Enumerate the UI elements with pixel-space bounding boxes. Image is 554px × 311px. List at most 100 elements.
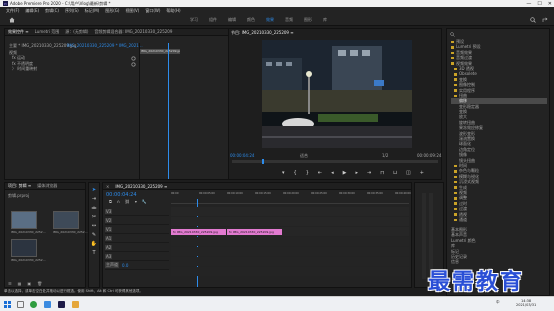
type-tool-icon[interactable]: T <box>92 250 95 256</box>
tray-clock[interactable]: 14:38 2021/03/31 <box>516 299 536 307</box>
mark-in-icon[interactable]: { <box>294 170 297 176</box>
track-lane[interactable] <box>171 247 409 256</box>
mini-playhead[interactable] <box>168 43 169 179</box>
export-frame-icon[interactable]: ◫ <box>406 170 411 176</box>
program-scrubber[interactable] <box>232 159 438 164</box>
menu-marker[interactable]: 标记(M) <box>85 8 100 14</box>
menu-clip[interactable]: 剪辑(C) <box>45 8 59 14</box>
new-item-icon[interactable]: ▣ <box>27 281 31 286</box>
track-lane[interactable] <box>171 237 409 246</box>
razor-tool-icon[interactable]: ✂ <box>92 214 96 220</box>
menu-help[interactable]: 帮助(H) <box>166 8 180 14</box>
effects-folder[interactable]: 通道 <box>451 217 547 222</box>
program-timecode[interactable]: 00:00:04:24 <box>230 153 254 158</box>
program-tab[interactable]: 节目: IMG_20210330_225209 ≡ <box>231 30 294 36</box>
track-header[interactable]: A1 <box>105 234 169 243</box>
linked-selection-icon[interactable]: ⛓ <box>125 199 130 204</box>
tab-audio-mixer[interactable]: 音频剪辑混合器: IMG_20210330_225209 <box>94 29 172 35</box>
slip-tool-icon[interactable]: ↔ <box>92 223 96 229</box>
pen-tool-icon[interactable]: ✎ <box>92 232 96 238</box>
add-marker-icon[interactable]: ▾ <box>282 170 285 176</box>
lift-icon[interactable]: ⊓ <box>380 170 384 176</box>
mark-out-icon[interactable]: } <box>306 170 309 176</box>
workspace-learn[interactable]: 学习 <box>190 17 198 23</box>
track-lane[interactable] <box>171 267 409 276</box>
track-lane[interactable] <box>171 207 409 216</box>
step-forward-icon[interactable]: ▸ <box>355 170 358 176</box>
hand-tool-icon[interactable]: ✋ <box>91 241 97 247</box>
search-icon[interactable] <box>17 301 24 308</box>
go-to-in-icon[interactable]: ⇤ <box>318 170 322 176</box>
master-volume-value[interactable]: 0.0 <box>122 263 128 268</box>
timeline-clip[interactable]: fx IMG_20210330_225209.jpg <box>171 228 226 235</box>
project-item-thumbnail[interactable] <box>11 211 37 229</box>
selection-tool-icon[interactable]: ➤ <box>92 187 96 193</box>
go-to-out-icon[interactable]: ⇥ <box>367 170 371 176</box>
list-view-icon[interactable]: ☰ <box>8 281 12 286</box>
track-header[interactable]: A2 <box>105 243 169 252</box>
program-scale-dropdown[interactable]: 1/2 <box>382 153 388 158</box>
track-header[interactable]: V3 <box>105 207 169 216</box>
wrench-icon[interactable]: 🔧 <box>142 199 147 204</box>
reset-icon[interactable] <box>131 56 136 61</box>
nest-icon[interactable]: ⧉ <box>109 199 112 204</box>
program-video-frame[interactable] <box>262 40 412 148</box>
workspace-editing[interactable]: 编辑 <box>228 17 236 23</box>
maximize-button[interactable]: ☐ <box>537 1 541 7</box>
minimize-button[interactable]: — <box>526 1 531 7</box>
workspace-assembly[interactable]: 组件 <box>209 17 217 23</box>
timeline-tracks[interactable]: fx IMG_20210330_225209.jpg fx IMG_2021033… <box>171 207 409 277</box>
timeline-timecode[interactable]: 00:00:04:24 <box>106 192 137 198</box>
program-fit-dropdown[interactable]: 适合 <box>300 153 308 159</box>
add-marker-icon[interactable]: ▾ <box>135 199 137 204</box>
menu-file[interactable]: 文件(F) <box>6 8 19 14</box>
ripple-edit-tool-icon[interactable]: ⟚ <box>92 205 97 211</box>
workspace-effects[interactable]: 效果 <box>266 17 274 23</box>
tab-sequence[interactable]: IMG_20210330_225209 ≡ <box>115 184 167 189</box>
extract-icon[interactable]: ⊔ <box>393 170 397 176</box>
track-select-tool-icon[interactable]: ⇥ <box>92 196 96 202</box>
tab-effect-controls[interactable]: 效果控件 ≡ <box>8 29 29 35</box>
premiere-taskbar-icon[interactable] <box>58 301 65 308</box>
workspace-graphics[interactable]: 图形 <box>304 17 312 23</box>
track-header[interactable]: V1 <box>105 225 169 234</box>
step-back-icon[interactable]: ◂ <box>331 170 334 176</box>
timeline-clip[interactable]: fx IMG_20210330_225209.jpg <box>227 228 282 235</box>
program-playhead[interactable] <box>262 159 264 164</box>
app-icon[interactable] <box>44 301 51 308</box>
search-icon[interactable] <box>530 17 536 23</box>
close-icon[interactable]: × <box>106 184 109 189</box>
workspace-color[interactable]: 颜色 <box>247 17 255 23</box>
menu-view[interactable]: 视图(V) <box>125 8 139 14</box>
close-button[interactable]: ✕ <box>548 1 552 7</box>
source-header-clip[interactable]: IMG_20210330_225209 * IMG_2021... <box>67 43 143 48</box>
tab-project[interactable]: 项目: 剪辑 ≡ <box>8 183 31 189</box>
play-icon[interactable]: ▶ <box>343 170 347 176</box>
tab-source[interactable]: 源：(无剪辑) <box>65 29 88 35</box>
track-lane[interactable] <box>171 257 409 266</box>
add-button-icon[interactable]: + <box>420 170 424 176</box>
effect-row-time-remap[interactable]: 〉 时间重映射 <box>9 66 137 71</box>
project-item-thumbnail[interactable] <box>11 239 37 257</box>
timeline-ruler[interactable]: 00:00 00:00:05:00 00:00:10:00 00:00:15:00 00… <box>171 192 411 204</box>
reset-icon[interactable] <box>131 62 136 67</box>
home-icon[interactable] <box>9 17 15 23</box>
track-lane[interactable] <box>171 217 409 226</box>
tray-language[interactable]: 中 <box>496 300 500 305</box>
menu-graphics[interactable]: 图形(G) <box>105 8 119 14</box>
menu-window[interactable]: 窗口(W) <box>145 8 160 14</box>
snap-icon[interactable]: ∩ <box>117 199 120 204</box>
workspace-libraries[interactable]: 库 <box>323 17 327 23</box>
tab-media-browser[interactable]: 媒体浏览器 <box>37 183 57 189</box>
delete-icon[interactable]: 🗑 <box>37 281 42 286</box>
windows-start-icon[interactable] <box>4 301 11 308</box>
menu-edit[interactable]: 编辑(E) <box>25 8 39 14</box>
track-header[interactable]: V2 <box>105 216 169 225</box>
workspace-audio[interactable]: 音频 <box>285 17 293 23</box>
file-explorer-icon[interactable] <box>72 301 79 308</box>
menu-sequence[interactable]: 序列(S) <box>65 8 79 14</box>
tab-lumetri-scopes[interactable]: Lumetri 范围 <box>35 29 60 35</box>
search-icon[interactable] <box>450 32 455 37</box>
app-icon[interactable] <box>30 301 37 308</box>
track-header[interactable]: 主声道 0.0 <box>105 261 169 270</box>
